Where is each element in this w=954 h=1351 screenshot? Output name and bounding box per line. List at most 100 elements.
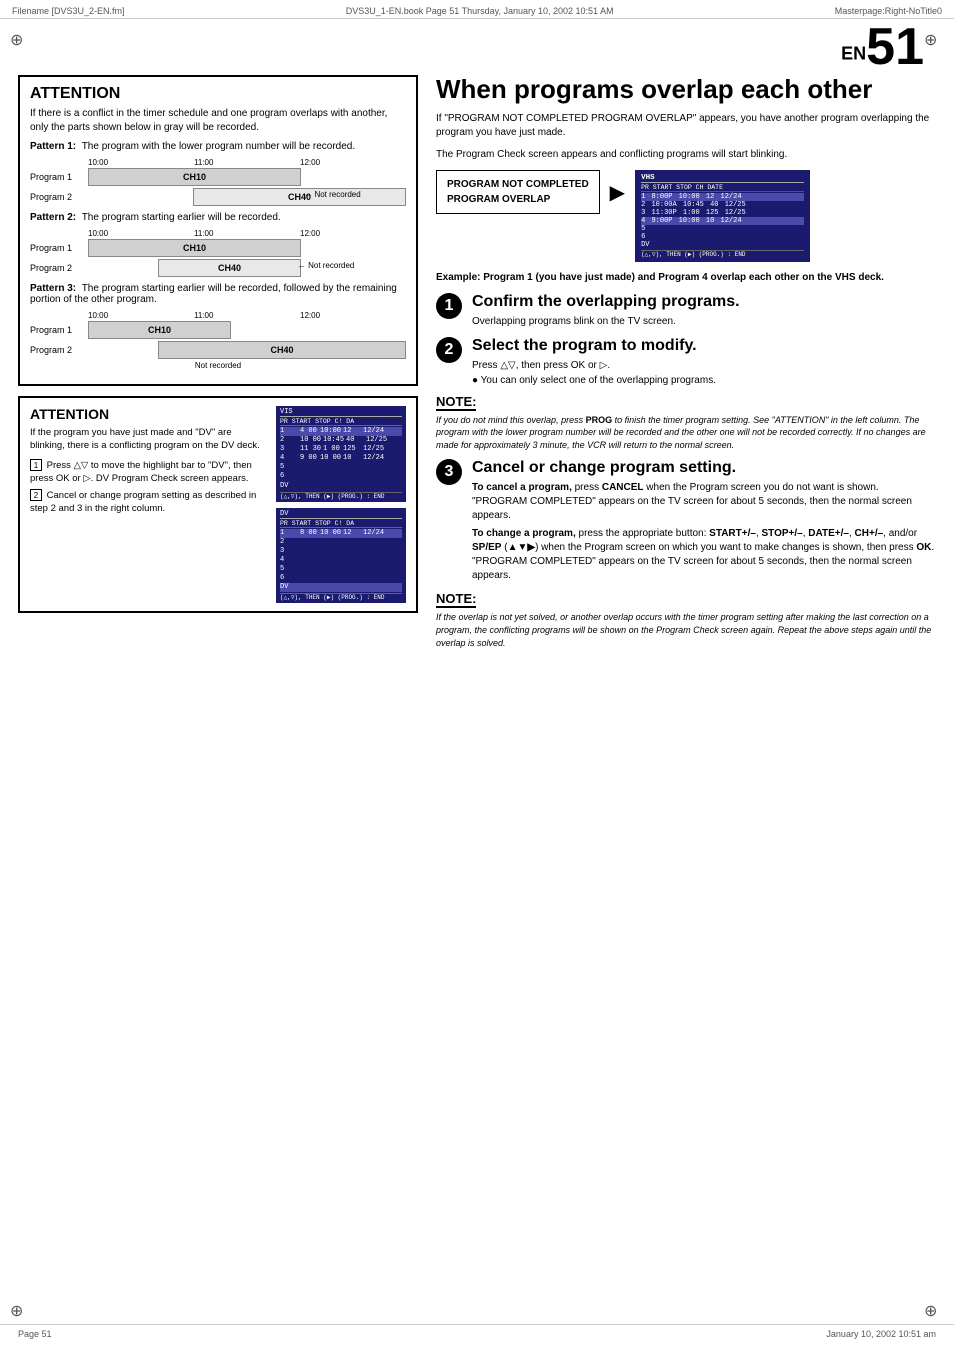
vhs-screen-right: VHS PR START STOP CH DATE 1 8:00P 10:00 …	[635, 170, 810, 262]
en-label: EN	[841, 43, 866, 63]
note-2-text: If the overlap is not yet solved, or ano…	[436, 611, 936, 649]
dv-row-1: 18 0010 001212/24	[280, 529, 402, 538]
dv-row-3: 3	[280, 547, 402, 556]
timeline-row-p1-prog1: Program 1 CH10	[30, 168, 406, 186]
note-block-1: NOTE: If you do not mind this overlap, p…	[436, 394, 936, 452]
pattern-2-label: Pattern 2: The program starting earlier …	[30, 212, 406, 223]
timeline-scale-1: 10:00 11:00 12:00	[88, 158, 406, 167]
prog-not-completed-text: PROGRAM NOT COMPLETED	[447, 177, 589, 192]
page-number: 51	[866, 18, 924, 76]
vis-row-4: 49 0010 001012/24	[280, 454, 402, 463]
reg-mark-tr	[924, 30, 944, 50]
attention-2-text: ATTENTION If the program you have just m…	[30, 406, 268, 603]
vhs-right-row-3: 3 11:30P 1:00 125 12/25	[641, 209, 804, 217]
note-block-2: NOTE: If the overlap is not yet solved, …	[436, 591, 936, 649]
step-2-circle: 2	[436, 337, 462, 363]
vhs-right-row-4: 4 9:00P 10:00 10 12/24	[641, 217, 804, 225]
timeline-row-p3-prog1: Program 1 CH10	[30, 321, 406, 339]
attention-box-1: ATTENTION If there is a conflict in the …	[18, 75, 418, 386]
timeline-row-p2-prog1: Program 1 CH10	[30, 239, 406, 257]
dv-row-6: 6	[280, 574, 402, 583]
vis-footer: (△,▽), THEN (▶) (PROG.) : END	[280, 492, 402, 500]
prog-not-completed-box: PROGRAM NOT COMPLETED PROGRAM OVERLAP	[436, 170, 600, 214]
vis-screen: VIS PR START STOP C! DA 14 0010:001212/2…	[276, 406, 406, 502]
timeline-pattern-2: 10:00 11:00 12:00 Program 1 CH10 Program…	[30, 229, 406, 277]
note-1-title: NOTE:	[436, 394, 476, 411]
dv-row-2: 2	[280, 538, 402, 547]
step-2-bullet: ● You can only select one of the overlap…	[472, 375, 936, 386]
prog2-bar-p3: CH40	[158, 341, 406, 359]
prog1-bar: CH10	[88, 168, 301, 186]
step-num-1: 1	[30, 459, 42, 471]
vis-row-6: 6	[280, 472, 402, 481]
attention-2-screens: VIS PR START STOP C! DA 14 0010:001212/2…	[276, 406, 406, 603]
not-recorded-label-1: ← Not recorded	[304, 190, 360, 199]
intro-2: The Program Check screen appears and con…	[436, 148, 936, 162]
vhs-right-title: VHS	[641, 174, 804, 183]
arrow-right: ▶	[610, 170, 625, 205]
timeline-row-p3-prog2: Program 2 CH40	[30, 341, 406, 359]
attention-2-title: ATTENTION	[30, 406, 268, 422]
step-num-2: 2	[30, 489, 42, 501]
vis-row-2: 210 0010:454012/25	[280, 436, 402, 445]
reg-mark-bl	[10, 1301, 30, 1321]
step-3-content: Cancel or change program setting. To can…	[472, 459, 936, 583]
footer-right: January 10, 2002 10:51 am	[826, 1329, 936, 1339]
attention-1-body: If there is a conflict in the timer sche…	[30, 107, 406, 135]
prog1-bar-p3: CH10	[88, 321, 231, 339]
timeline-scale-2: 10:00 11:00 12:00	[88, 229, 406, 238]
page-footer: Page 51 January 10, 2002 10:51 am	[0, 1324, 954, 1339]
attention-box-2: ATTENTION If the program you have just m…	[18, 396, 418, 613]
header-right: Masterpage:Right-NoTitle0	[835, 6, 942, 16]
vis-row-1: 14 0010:001212/24	[280, 427, 402, 436]
step-1-body: Overlapping programs blink on the TV scr…	[472, 315, 936, 329]
attention-1-title: ATTENTION	[30, 85, 406, 103]
attention-2-body: If the program you have just made and "D…	[30, 426, 268, 453]
not-recorded-label-3: Not recorded	[30, 361, 406, 370]
step-block-1: 1 Confirm the overlapping programs. Over…	[436, 293, 936, 329]
vhs-right-row-2: 2 10:00A 10:45 40 12/25	[641, 201, 804, 209]
step-3-cancel: To cancel a program, press CANCEL when t…	[472, 481, 936, 523]
vis-row-dv: DV	[280, 482, 402, 491]
vhs-right-row-1: 1 8:00P 10:00 12 12/24	[641, 193, 804, 201]
vhs-right-row-6: 6	[641, 233, 804, 241]
dv-footer: (△,▽), THEN (▶) (PROG.) : END	[280, 593, 402, 601]
example-caption: Example: Program 1 (you have just made) …	[436, 272, 936, 283]
prog1-bar-p2: CH10	[88, 239, 301, 257]
vhs-right-footer: (△,▽), THEN (▶) (PROG.) : END	[641, 250, 804, 258]
step-1-circle: 1	[436, 293, 462, 319]
not-recorded-label-2: ← Not recorded	[298, 261, 354, 270]
reg-mark-tl	[10, 30, 30, 50]
step-1-heading: Confirm the overlapping programs.	[472, 293, 936, 311]
content-area: ATTENTION If there is a conflict in the …	[0, 75, 954, 657]
step-3-heading: Cancel or change program setting.	[472, 459, 936, 477]
vis-headers: PR START STOP C! DA	[280, 418, 402, 426]
note-2-title: NOTE:	[436, 591, 476, 608]
header-center: DVS3U_1-EN.book Page 51 Thursday, Januar…	[346, 6, 614, 16]
right-column: When programs overlap each other If "PRO…	[436, 75, 936, 657]
prog-overlap-text: PROGRAM OVERLAP	[447, 192, 589, 207]
step-block-2: 2 Select the program to modify. Press △▽…	[436, 337, 936, 386]
prog2-bar-p2: CH40	[158, 259, 301, 277]
dv-row-4: 4	[280, 556, 402, 565]
prog2-bar-p1: CH40	[193, 188, 406, 206]
note-1-text: If you do not mind this overlap, press P…	[436, 414, 936, 452]
left-column: ATTENTION If there is a conflict in the …	[18, 75, 418, 657]
step-2-body: Press △▽, then press OK or ▷.	[472, 359, 936, 373]
vis-row-5: 5	[280, 463, 402, 472]
reg-mark-br	[924, 1301, 944, 1321]
attention-2-step-2: 2 Cancel or change program setting as de…	[30, 489, 268, 516]
dv-row-dv: DV	[280, 583, 402, 592]
pattern-3-label: Pattern 3: The program starting earlier …	[30, 283, 406, 305]
vhs-right-row-dv: DV	[641, 241, 804, 249]
step-3-change: To change a program, press the appropria…	[472, 527, 936, 583]
dv-row-5: 5	[280, 565, 402, 574]
dv-headers: PR START STOP C! DA	[280, 520, 402, 528]
step-2-heading: Select the program to modify.	[472, 337, 936, 355]
attention-2-step-1: 1 Press △▽ to move the highlight bar to …	[30, 459, 268, 486]
pattern-1-label: Pattern 1: The program with the lower pr…	[30, 141, 406, 152]
intro-1: If "PROGRAM NOT COMPLETED PROGRAM OVERLA…	[436, 112, 936, 140]
timeline-row-p2-prog2: Program 2 CH40 ← Not recorded	[30, 259, 406, 277]
screen-area-right: PROGRAM NOT COMPLETED PROGRAM OVERLAP ▶ …	[436, 170, 936, 262]
step-2-content: Select the program to modify. Press △▽, …	[472, 337, 936, 386]
